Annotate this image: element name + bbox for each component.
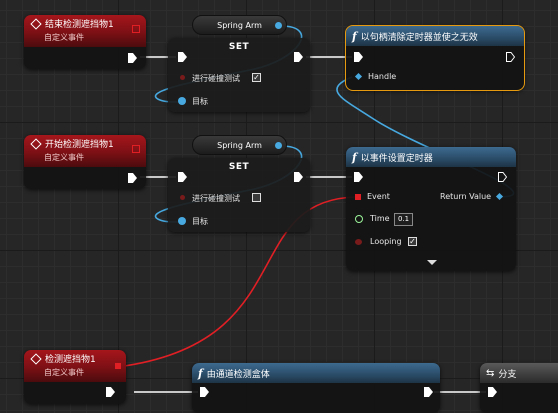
custom-event-node-1[interactable]: 结束检测遮挡物1 自定义事件 — [24, 15, 146, 69]
time-label: Time — [370, 214, 390, 223]
node-header: ⇆ 分支 — [480, 363, 558, 383]
box-trace-by-channel-node[interactable]: f 由通道检测盒体 — [192, 363, 440, 413]
bool-label: 进行碰撞测试 — [192, 74, 240, 83]
event-title: 检测遮挡物1 — [45, 355, 96, 365]
clear-timer-node[interactable]: f 以句柄清除定时器並使之无效 Handle — [345, 25, 525, 91]
time-input-pin[interactable] — [355, 215, 363, 223]
spring-arm-label: Spring Arm — [217, 20, 262, 30]
delegate-output-pin[interactable] — [132, 25, 140, 33]
return-value-pin[interactable] — [495, 192, 504, 201]
node-header: f 由通道检测盒体 — [192, 363, 440, 383]
function-icon: f — [352, 29, 357, 43]
node-header: 开始检测遮挡物1 自定义事件 — [24, 135, 146, 167]
time-value-field[interactable]: 0.1 — [394, 213, 414, 226]
set-title: SET — [228, 162, 250, 172]
node-header: f 以事件设置定时器 — [346, 147, 516, 167]
event-subtitle: 自定义事件 — [44, 33, 84, 42]
bool-input-pin[interactable] — [180, 195, 185, 200]
node-header: f 以句柄清除定时器並使之无效 — [346, 26, 524, 46]
looping-label: Looping — [370, 237, 402, 246]
exec-input-pin[interactable] — [354, 52, 363, 62]
target-input-pin[interactable] — [178, 97, 186, 105]
exec-output-pin[interactable] — [424, 387, 433, 397]
exec-output-pin[interactable] — [106, 387, 115, 397]
event-title: 结束检测遮挡物1 — [45, 20, 114, 30]
function-icon: f — [198, 366, 203, 380]
custom-event-node-2[interactable]: 开始检测遮挡物1 自定义事件 — [24, 135, 146, 189]
collision-checkbox[interactable]: ✓ — [252, 73, 261, 82]
set-timer-by-event-node[interactable]: f 以事件设置定时器 Event Return Value Time 0.1 Lo… — [346, 147, 516, 271]
set-collision-node-2[interactable]: SET 进行碰撞测试 目标 — [168, 158, 310, 232]
exec-output-pin[interactable] — [506, 52, 515, 62]
spring-arm-label: Spring Arm — [217, 140, 262, 150]
event-icon — [30, 17, 42, 30]
exec-output-pin[interactable] — [498, 172, 507, 182]
event-subtitle: 自定义事件 — [44, 153, 84, 162]
object-output-pin[interactable] — [275, 22, 282, 29]
event-icon — [30, 137, 42, 150]
target-input-pin[interactable] — [178, 217, 186, 225]
delegate-output-pin[interactable] — [132, 145, 140, 153]
branch-node[interactable]: ⇆ 分支 — [480, 363, 558, 413]
exec-input-pin[interactable] — [200, 387, 209, 397]
custom-event-node-3[interactable]: 检测遮挡物1 自定义事件 — [24, 350, 126, 404]
return-value-label: Return Value — [440, 192, 492, 201]
handle-input-pin[interactable] — [354, 72, 363, 81]
exec-input-pin[interactable] — [354, 172, 363, 182]
exec-output-pin[interactable] — [128, 53, 137, 63]
delegate-output-pin[interactable] — [115, 363, 121, 369]
bool-label: 进行碰撞测试 — [192, 194, 240, 203]
function-icon: f — [352, 150, 357, 164]
object-output-pin[interactable] — [275, 142, 282, 149]
event-label: Event — [367, 192, 390, 201]
branch-icon: ⇆ — [486, 367, 495, 379]
handle-label: Handle — [368, 72, 397, 81]
target-label: 目标 — [192, 97, 208, 106]
set-title: SET — [228, 42, 250, 52]
event-icon — [30, 352, 42, 365]
target-label: 目标 — [192, 217, 208, 226]
exec-output-pin[interactable] — [128, 173, 137, 183]
event-subtitle: 自定义事件 — [44, 368, 84, 377]
spring-arm-getter-1[interactable]: Spring Arm — [192, 15, 287, 35]
node-header: 结束检测遮挡物1 自定义事件 — [24, 15, 146, 47]
node-title: 以事件设置定时器 — [360, 153, 433, 164]
spring-arm-getter-2[interactable]: Spring Arm — [192, 135, 287, 155]
node-title: 由通道检测盒体 — [206, 369, 270, 380]
event-title: 开始检测遮挡物1 — [45, 140, 114, 150]
expand-arrow-icon[interactable] — [427, 260, 437, 265]
node-title: 以句柄清除定时器並使之无效 — [360, 32, 478, 43]
looping-input-pin[interactable] — [355, 239, 362, 245]
set-collision-node-1[interactable]: SET 进行碰撞测试 ✓ 目标 — [168, 38, 310, 112]
bool-input-pin[interactable] — [180, 75, 185, 80]
node-title: 分支 — [498, 369, 517, 380]
event-input-pin[interactable] — [355, 194, 361, 200]
exec-input-pin[interactable] — [488, 387, 497, 397]
looping-checkbox[interactable]: ✓ — [408, 237, 417, 246]
collision-checkbox[interactable] — [252, 193, 261, 202]
node-header: 检测遮挡物1 自定义事件 — [24, 350, 126, 382]
